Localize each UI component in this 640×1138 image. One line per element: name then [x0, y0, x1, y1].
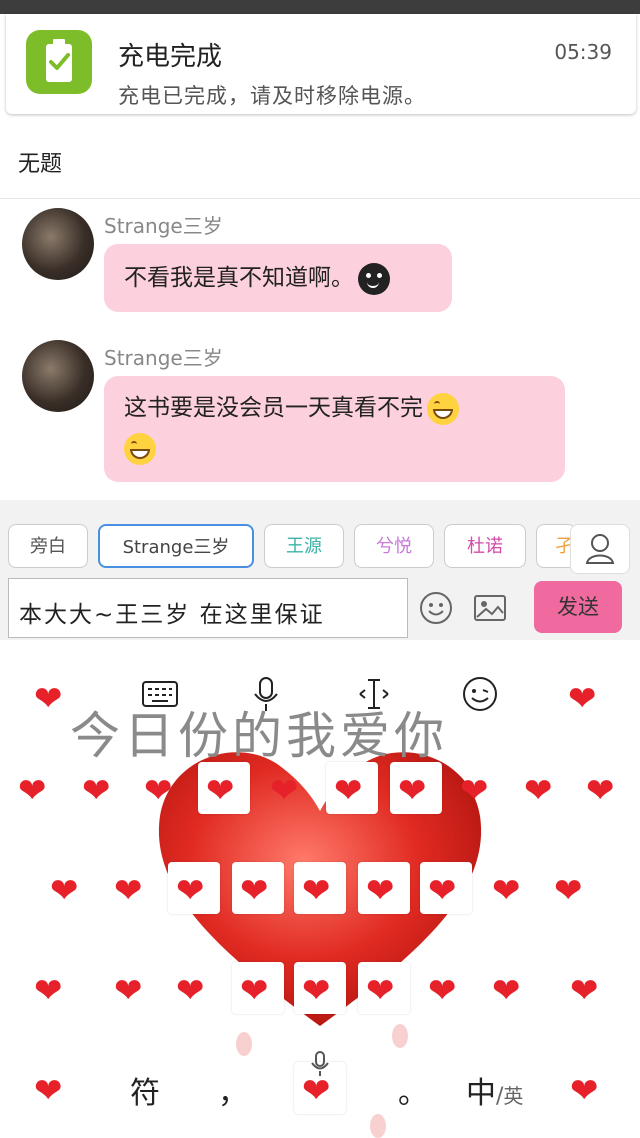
heart-sticker: ❤: [144, 771, 173, 811]
role-chip-wangyuan[interactable]: 王源: [264, 524, 344, 568]
heart-sticker: ❤: [232, 862, 284, 914]
heart-sticker: ❤: [524, 771, 553, 811]
smiley-icon: [420, 592, 452, 624]
composer-panel: 旁白 Strange三岁 王源 兮悦 杜诺 孑 本大大~王三岁 在这里保证 发送: [0, 500, 640, 640]
title-bar: 无题: [0, 120, 640, 199]
heart-sticker: ❤: [568, 679, 597, 719]
heart-sticker: ❤: [270, 771, 299, 811]
emoji-button[interactable]: [418, 590, 454, 626]
heart-sticker: ❤: [114, 871, 143, 911]
heart-sticker: ❤: [34, 679, 63, 719]
heart-sticker: ❤: [420, 862, 472, 914]
role-chip-xiyue[interactable]: 兮悦: [354, 524, 434, 568]
heart-sticker: ❤: [390, 762, 442, 814]
message-text: 不看我是真不知道啊。: [124, 265, 354, 291]
emoji-icon[interactable]: [460, 674, 500, 714]
petal-decoration: [392, 1024, 408, 1048]
message-bubble[interactable]: 这书要是没会员一天真看不完: [104, 376, 565, 482]
heart-sticker: ❤: [294, 862, 346, 914]
space-mic-icon[interactable]: [310, 1050, 330, 1086]
heart-sticker: ❤: [428, 971, 457, 1011]
avatar[interactable]: [22, 340, 94, 412]
message-bubble[interactable]: 不看我是真不知道啊。: [104, 244, 452, 312]
heart-sticker: ❤: [114, 971, 143, 1011]
heart-sticker: ❤: [358, 862, 410, 914]
message-input[interactable]: 本大大~王三岁 在这里保证: [8, 578, 408, 638]
grin-icon: [124, 432, 156, 465]
heart-sticker: ❤: [18, 771, 47, 811]
person-icon: [585, 534, 615, 564]
add-role-button[interactable]: [570, 524, 630, 574]
dark-smile-icon: [358, 262, 390, 295]
image-icon: [474, 595, 506, 621]
comma-key[interactable]: ，: [218, 1068, 248, 1112]
heart-sticker: ❤: [176, 971, 205, 1011]
image-button[interactable]: [472, 590, 508, 626]
role-chip-narrator[interactable]: 旁白: [8, 524, 88, 568]
heart-sticker: ❤: [294, 962, 346, 1014]
heart-sticker: ❤: [570, 1071, 599, 1111]
petal-decoration: [370, 1114, 386, 1138]
heart-sticker: ❤: [198, 762, 250, 814]
heart-sticker: ❤: [570, 971, 599, 1011]
heart-sticker: ❤: [50, 871, 79, 911]
microphone-icon[interactable]: [246, 674, 286, 714]
sender-name: Strange三岁: [104, 346, 223, 370]
heart-sticker: ❤: [358, 962, 410, 1014]
grin-icon: [427, 392, 459, 425]
lang-alt: 英: [503, 1084, 524, 1108]
battery-check-icon: [26, 30, 92, 94]
role-chip-strange[interactable]: Strange三岁: [98, 524, 254, 568]
symbols-key[interactable]: 符: [130, 1068, 160, 1112]
charging-notification[interactable]: 充电完成 充电已完成，请及时移除电源。 05:39: [6, 14, 636, 114]
heart-sticker: ❤: [492, 971, 521, 1011]
petal-decoration: [236, 1032, 252, 1056]
message-text: 这书要是没会员一天真看不完: [124, 395, 423, 421]
heart-sticker: ❤: [168, 862, 220, 914]
heart-sticker: ❤: [82, 771, 111, 811]
notification-text: 充电已完成，请及时移除电源。: [118, 84, 426, 108]
sender-name: Strange三岁: [104, 214, 223, 238]
status-bar: [0, 0, 640, 14]
send-button[interactable]: 发送: [534, 581, 622, 633]
heart-sticker: ❤: [232, 962, 284, 1014]
notification-time: 05:39: [554, 40, 612, 64]
keyboard: 今日份的我爱你 ❤ ❤ ❤ ❤ ❤ ❤ ❤ ❤ ❤ ❤ ❤ ❤ ❤ ❤ ❤ ❤ …: [0, 644, 640, 1138]
language-switch-key[interactable]: 中/英: [466, 1068, 523, 1112]
heart-sticker: ❤: [460, 771, 489, 811]
keyboard-icon[interactable]: [140, 674, 180, 714]
role-chip-dunuo[interactable]: 杜诺: [444, 524, 526, 568]
lang-main: 中: [466, 1076, 496, 1111]
heart-sticker: ❤: [34, 1071, 63, 1111]
heart-sticker: ❤: [326, 762, 378, 814]
cursor-icon[interactable]: [354, 674, 394, 714]
heart-sticker: ❤: [586, 771, 615, 811]
notification-title: 充电完成: [118, 42, 223, 72]
avatar[interactable]: [22, 208, 94, 280]
heart-sticker: ❤: [554, 871, 583, 911]
heart-sticker: ❤: [492, 871, 521, 911]
period-key[interactable]: 。: [398, 1068, 428, 1112]
heart-sticker: ❤: [34, 971, 63, 1011]
page-title: 无题: [18, 152, 63, 177]
